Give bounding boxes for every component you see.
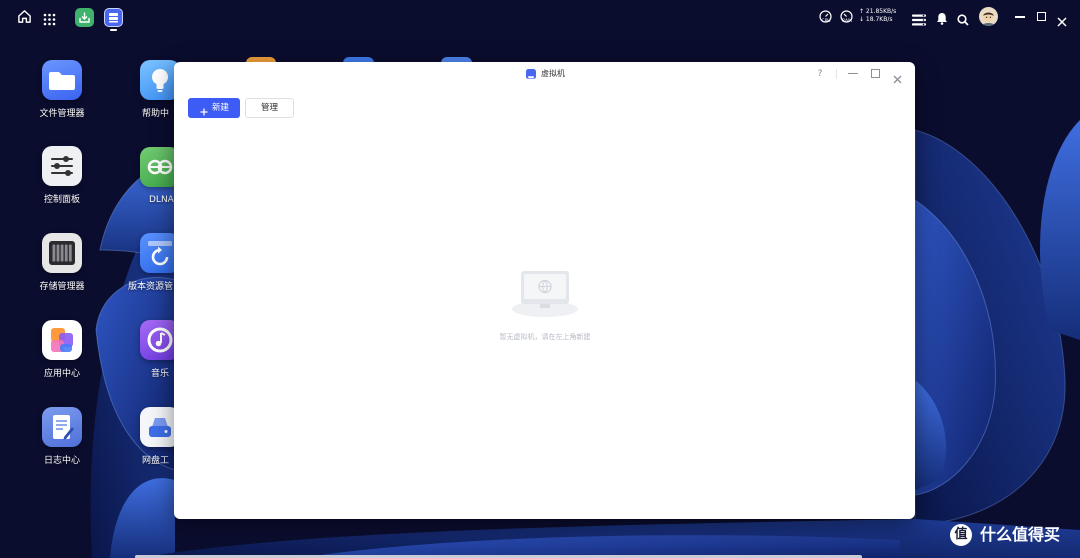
apps-grid-icon[interactable] — [43, 11, 56, 26]
new-vm-label: 新建 — [212, 103, 230, 113]
desktop-label-control-panel[interactable]: 控制面板 — [27, 194, 97, 206]
desktop-label-app-center[interactable]: 应用中心 — [27, 368, 97, 380]
plus-icon — [200, 104, 208, 116]
title-bar-divider — [836, 69, 837, 79]
storage-drive-icon[interactable] — [42, 233, 82, 273]
active-app-indicator — [110, 29, 117, 31]
wallpaper-petal — [1040, 120, 1080, 340]
window-minimize-button[interactable] — [848, 73, 858, 75]
new-vm-button[interactable]: 新建 — [188, 98, 240, 118]
desktop-label-storage-manager[interactable]: 存储管理器 — [27, 281, 97, 293]
avatar[interactable] — [979, 7, 998, 26]
net-upload-speed: ↑ 21.85KB/s — [859, 8, 897, 15]
virtual-machine-window[interactable]: 虚拟机 ? 新建 管理 暂无虚拟机，请在左上角新建 — [174, 62, 915, 519]
desktop-label-log-center[interactable]: 日志中心 — [27, 455, 97, 467]
watermark-logo: 值 — [950, 524, 972, 546]
ram-label: RAM — [842, 19, 852, 24]
minimize-icon[interactable] — [1015, 16, 1025, 18]
home-icon[interactable] — [17, 9, 32, 24]
window-title: 虚拟机 — [541, 69, 565, 78]
folder-icon[interactable] — [42, 60, 82, 100]
empty-monitor-icon — [510, 268, 580, 318]
desktop-label-music[interactable]: 音乐 — [151, 368, 169, 380]
search-icon[interactable] — [957, 11, 969, 26]
net-download-speed: ↓ 18.7KB/s — [859, 16, 893, 23]
nas-desktop: CPU RAM ↑ 21.85KB/s ↓ 18.7KB/s 文件管理器 控制面… — [0, 0, 1080, 558]
watermark-text: 什么值得买 — [980, 525, 1061, 544]
sliders-icon[interactable] — [42, 146, 82, 186]
desktop-label-cloud-drive[interactable]: 网盘工 — [142, 455, 169, 467]
desktop-label-file-manager[interactable]: 文件管理器 — [27, 108, 97, 120]
maximize-icon[interactable] — [1037, 12, 1046, 21]
bell-icon[interactable] — [936, 10, 948, 25]
desktop-label-version-explorer[interactable]: 版本资源管 — [128, 281, 173, 293]
virtual-machine-icon — [526, 69, 536, 82]
download-app-icon[interactable] — [75, 8, 94, 27]
desktop-label-dlna[interactable]: DLNA — [149, 194, 174, 206]
close-icon[interactable] — [1057, 12, 1067, 27]
empty-state-text: 暂无虚拟机，请在左上角新建 — [499, 333, 591, 341]
desktop-label-help-center[interactable]: 帮助中 — [142, 108, 169, 120]
log-document-icon[interactable] — [42, 407, 82, 447]
manage-button[interactable]: 管理 — [245, 98, 294, 118]
cpu-label: CPU — [821, 19, 831, 24]
app-center-icon[interactable] — [42, 320, 82, 360]
task-manager-icon[interactable] — [912, 11, 926, 26]
window-maximize-button[interactable] — [871, 69, 880, 78]
window-close-button[interactable] — [893, 69, 902, 84]
help-button[interactable]: ? — [815, 67, 825, 81]
network-speed[interactable]: ↑ 21.85KB/s ↓ 18.7KB/s — [859, 8, 896, 24]
virtual-machine-app-icon[interactable] — [104, 8, 123, 27]
